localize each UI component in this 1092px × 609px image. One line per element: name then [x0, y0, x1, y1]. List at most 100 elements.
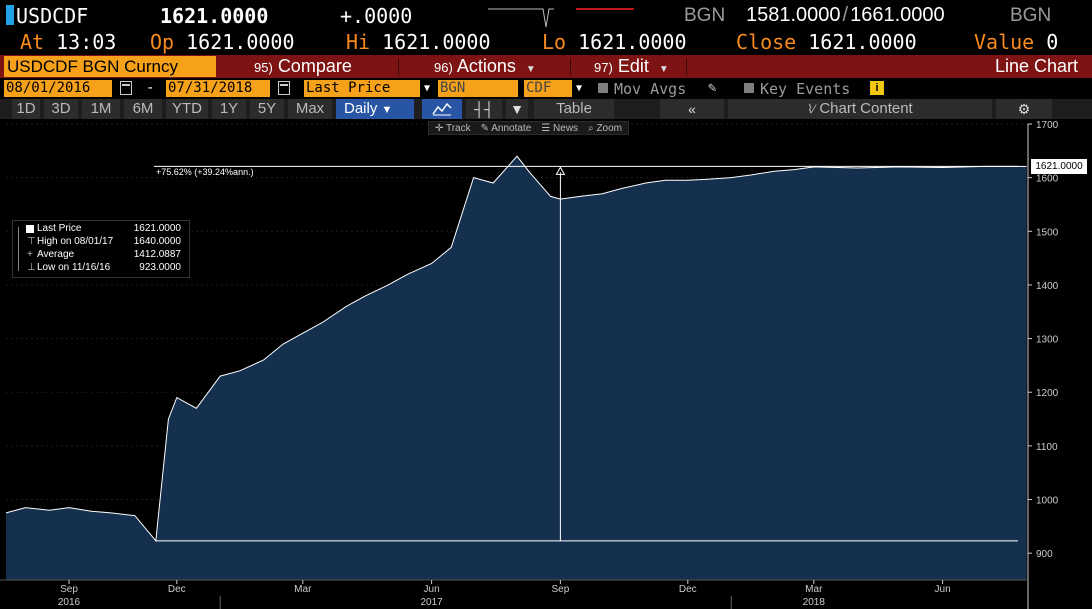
legend-last-price-label: Last Price [37, 223, 82, 234]
stat-close: Close 1621.0000 [736, 30, 917, 54]
ticker-marker [6, 5, 14, 25]
low-marker-icon: ⊥ [27, 262, 36, 273]
range-max-button[interactable]: Max [288, 99, 332, 119]
range-5y-button[interactable]: 5Y [250, 99, 284, 119]
mov-avgs-label: Mov Avgs [614, 80, 687, 98]
calendar-icon[interactable] [278, 81, 290, 95]
function-menu-bar: USDCDF BGN Curncy 95) Compare 96) Action… [0, 55, 1092, 78]
menu-divider [398, 58, 399, 75]
track-tool[interactable]: ✛ Track [435, 122, 471, 134]
key-events-label: Key Events [760, 80, 851, 98]
chart-tools-bar: ✛ Track ✎ Annotate ☰ News ⌕ Zoom [428, 121, 629, 135]
key-events-checkbox[interactable] [744, 83, 754, 93]
chart-legend[interactable]: Last Price 1621.0000 ⊤ High on 08/01/17 … [12, 220, 190, 278]
stat-high: Hi 1621.0000 [346, 30, 491, 54]
last-price-tag: 1621.0000 [1031, 159, 1087, 174]
news-tool[interactable]: ☰ News [541, 122, 578, 134]
stat-open: Op 1621.0000 [150, 30, 295, 54]
y-tick-label: 1600 [1036, 174, 1059, 185]
chart-content-button[interactable]: ⌇⁄ Chart Content [728, 99, 992, 119]
range-1m-button[interactable]: 1M [82, 99, 120, 119]
x-tick-label: Dec [679, 584, 697, 595]
edit-menu[interactable]: 97) Edit ▼ [594, 55, 669, 78]
range-1y-button[interactable]: 1Y [212, 99, 246, 119]
annotate-tool[interactable]: ✎ Annotate [481, 122, 532, 134]
x-tick-label: Dec [168, 584, 186, 595]
y-tick-label: 1100 [1036, 442, 1058, 453]
actions-menu[interactable]: 96) Actions ▼ [434, 55, 536, 78]
ticker-symbol: USDCDF [16, 4, 89, 28]
y-tick-label: 900 [1036, 549, 1053, 560]
range-6m-button[interactable]: 6M [124, 99, 162, 119]
date-range-dash: - [146, 80, 155, 96]
caret-down-icon: ▼ [525, 64, 536, 75]
stat-value: Value 0 [974, 30, 1059, 54]
chart-content-icon: ⌇⁄ [807, 102, 816, 116]
legend-low-label: Low on 11/16/16 [37, 262, 111, 273]
quote-source-label-right: BGN [1010, 5, 1052, 26]
y-tick-label: 1000 [1036, 496, 1059, 507]
legend-average-value: 1412.0887 [133, 249, 181, 260]
dropdown-arrow-icon[interactable]: ▼ [576, 80, 582, 97]
chart-canvas[interactable]: 900 1000 1100 1200 1300 1400 1500 1600 1700 Sep De… [0, 120, 1092, 609]
compare-menu[interactable]: 95) Compare [254, 55, 352, 78]
end-date-input[interactable]: 07/31/2018 [166, 80, 270, 97]
dropdown-arrow-icon[interactable]: ▼ [506, 99, 528, 119]
info-icon[interactable]: i [870, 81, 884, 95]
zoom-tool[interactable]: ⌕ Zoom [588, 122, 622, 134]
x-tick-label: Jun [935, 584, 951, 595]
y-tick-label: 1300 [1036, 335, 1059, 346]
quote-bar: USDCDF 1621.0000 +.0000 BGN 1581.0000/16… [0, 3, 1092, 29]
menu-divider [686, 58, 687, 75]
quote-source-label: BGN [684, 5, 726, 26]
bid-ask: 1581.0000/1661.0000 [746, 4, 945, 26]
calendar-icon[interactable] [120, 81, 132, 95]
mov-avgs-checkbox[interactable] [598, 83, 608, 93]
legend-last-price-value: 1621.0000 [133, 223, 181, 234]
average-marker-icon: + [27, 249, 33, 260]
source-select[interactable]: BGN [438, 80, 518, 97]
measurement-annotation: +75.62% (+39.24%ann.) [156, 167, 254, 177]
legend-low-value: 923.0000 [139, 262, 181, 273]
y-tick-label: 1200 [1036, 388, 1059, 399]
y-tick-label: 1400 [1036, 281, 1059, 292]
collapse-left-icon[interactable]: « [660, 99, 724, 119]
x-tick-label: Mar [805, 584, 823, 595]
ask-price: 1661.0000 [850, 4, 945, 26]
legend-high-label: High on 08/01/17 [37, 236, 114, 247]
year-label: 2018 [803, 597, 826, 608]
stat-low: Lo 1621.0000 [542, 30, 687, 54]
field-select[interactable]: Last Price [304, 80, 420, 97]
x-tick-label: Sep [60, 584, 78, 595]
intraday-sparkline [488, 8, 634, 28]
line-chart-icon[interactable] [422, 99, 462, 119]
x-tick-label: Sep [552, 584, 570, 595]
security-field[interactable]: USDCDF BGN Curncy [4, 56, 216, 77]
currency-select[interactable]: CDF [524, 80, 572, 97]
dropdown-arrow-icon: ▼ [381, 104, 393, 116]
start-date-input[interactable]: 08/01/2016 [4, 80, 112, 97]
range-ytd-button[interactable]: YTD [166, 99, 208, 119]
high-marker-icon: ⊤ [27, 236, 36, 247]
bar-style-icon[interactable]: ┤┤ [466, 99, 502, 119]
period-select[interactable]: Daily ▼ [336, 99, 414, 119]
dropdown-arrow-icon[interactable]: ▼ [424, 80, 430, 97]
range-3d-button[interactable]: 3D [44, 99, 78, 119]
legend-bracket [18, 227, 23, 271]
price-chart[interactable]: 900 1000 1100 1200 1300 1400 1500 1600 1700 Sep De… [0, 120, 1092, 609]
legend-swatch [26, 225, 34, 233]
range-toolbar: 1D 3D 1M 6M YTD 1Y 5Y Max Daily ▼ ┤┤ ▼ T… [0, 99, 1092, 119]
chart-controls: 08/01/2016 - 07/31/2018 Last Price ▼ BGN… [0, 80, 1092, 98]
stats-bar: At 13:03 Op 1621.0000 Hi 1621.0000 Lo 16… [0, 30, 1092, 54]
caret-down-icon: ▼ [658, 64, 669, 75]
last-price: 1621.0000 [160, 4, 269, 28]
x-tick-label: Mar [294, 584, 312, 595]
gear-icon[interactable]: ⚙ [996, 99, 1052, 119]
pencil-icon[interactable]: ✎ [708, 80, 716, 96]
range-1d-button[interactable]: 1D [12, 99, 40, 119]
year-label: 2017 [420, 597, 443, 608]
bid-price: 1581.0000 [746, 4, 841, 26]
table-button[interactable]: Table [534, 99, 614, 119]
year-label: 2016 [58, 597, 81, 608]
chart-type-title: Line Chart [994, 56, 1078, 76]
